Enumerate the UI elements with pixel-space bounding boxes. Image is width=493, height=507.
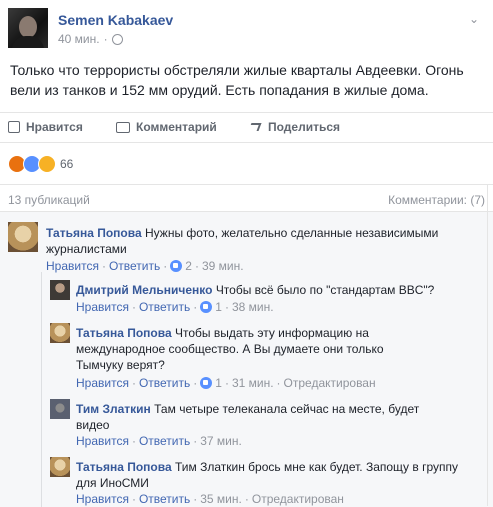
comment-text-block: Татьяна Попова Тим Златкин брось мне как… [76,459,461,491]
comment-author[interactable]: Татьяна Попова [46,226,142,240]
comment-actions: Нравится · Ответить · 2 · 39 мин. [46,259,244,273]
comment-time[interactable]: 39 мин. [202,259,244,273]
like-button[interactable]: Нравится [8,120,83,134]
comment-actions: Нравится · Ответить · 1 · 31 мин. · Отре… [76,376,376,390]
comments-area: Татьяна Попова Нужны фото, желательно сд… [0,211,493,507]
comment-time[interactable]: 37 мин. [200,434,242,448]
share-label: Поделиться [268,120,341,134]
comment-like-count[interactable]: 1 [215,300,222,314]
comment-reply-link[interactable]: Ответить [139,434,190,448]
comment-actions: Нравится · Ответить · 1 · 38 мин. [76,300,274,314]
comment-author[interactable]: Дмитрий Мельниченко [76,283,212,297]
comment-like-link[interactable]: Нравится [76,300,129,314]
comment-like-link[interactable]: Нравится [76,434,129,448]
comment-reply-link[interactable]: Ответить [109,259,160,273]
thumbs-up-icon [8,121,20,133]
comment-text-block: Татьяна Попова Чтобы выдать эту информац… [76,325,416,373]
comment-icon [116,121,130,133]
post-header: Semen Kabakaev 40 мин. · ⌄ [8,8,485,50]
action-bar: Нравится Комментарий Поделиться [0,112,493,143]
like-badge-icon [200,301,213,313]
comment-time[interactable]: 31 мин. [232,376,274,390]
comments-header: 13 публикаций Комментарии: (7) [0,184,493,211]
comment-author[interactable]: Тим Златкин [76,402,151,416]
comment-text-block: Тим Златкин Там четыре телеканала сейчас… [76,401,436,433]
comment-actions: Нравится · Ответить · 37 мин. [76,434,242,448]
edited-label[interactable]: Отредактирован [252,492,344,506]
publications-count[interactable]: 13 публикаций [8,193,90,207]
avatar[interactable] [50,323,70,343]
post-time[interactable]: 40 мин. [58,32,100,46]
reaction-icons[interactable] [8,155,56,173]
comment-reply-link[interactable]: Ответить [139,300,190,314]
reactions-bar: 66 [0,142,493,185]
chevron-down-icon[interactable]: ⌄ [469,12,479,26]
like-badge-icon [200,377,213,389]
comment-like-count[interactable]: 1 [215,376,222,390]
comment-like-count[interactable]: 2 [185,259,192,273]
avatar[interactable] [8,222,38,252]
post-meta: 40 мин. · [58,32,123,46]
sad-reaction-icon [38,155,56,173]
comment-like-link[interactable]: Нравится [76,492,129,506]
comment-actions: Нравится · Ответить · 35 мин. · Отредакт… [76,492,344,506]
comment-reply-link[interactable]: Ответить [139,492,190,506]
comment-author[interactable]: Татьяна Попова [76,460,172,474]
comment-button[interactable]: Комментарий [116,120,217,134]
like-label: Нравится [26,120,83,134]
avatar[interactable] [50,280,70,300]
like-badge-icon [170,260,183,272]
comment-text: Чтобы всё было по "стандартам BBC"? [215,283,435,297]
comment-reply-link[interactable]: Ответить [139,376,190,390]
avatar[interactable] [8,8,48,48]
meta-dot: · [103,32,108,46]
share-button[interactable]: Поделиться [248,120,340,134]
comment-text-block: Дмитрий Мельниченко Чтобы всё было по "с… [76,282,476,298]
globe-icon [111,33,123,45]
post-text: Только что террористы обстреляли жилые к… [10,62,464,98]
thread-line [41,272,42,507]
comment-time[interactable]: 35 мин. [200,492,242,506]
reaction-count[interactable]: 66 [60,157,73,171]
avatar[interactable] [50,457,70,477]
comment-author[interactable]: Татьяна Попова [76,326,172,340]
edited-label[interactable]: Отредактирован [284,376,376,390]
comment-like-link[interactable]: Нравится [76,376,129,390]
comment-time[interactable]: 38 мин. [232,300,274,314]
right-divider [487,184,493,506]
comment-label: Комментарий [136,120,217,134]
share-icon [248,121,262,133]
post-author[interactable]: Semen Kabakaev [58,12,173,28]
comment-text-block: Татьяна Попова Нужны фото, желательно сд… [46,225,476,257]
comment-like-link[interactable]: Нравится [46,259,99,273]
comments-count[interactable]: Комментарии: (7) [388,193,485,207]
avatar[interactable] [50,399,70,419]
